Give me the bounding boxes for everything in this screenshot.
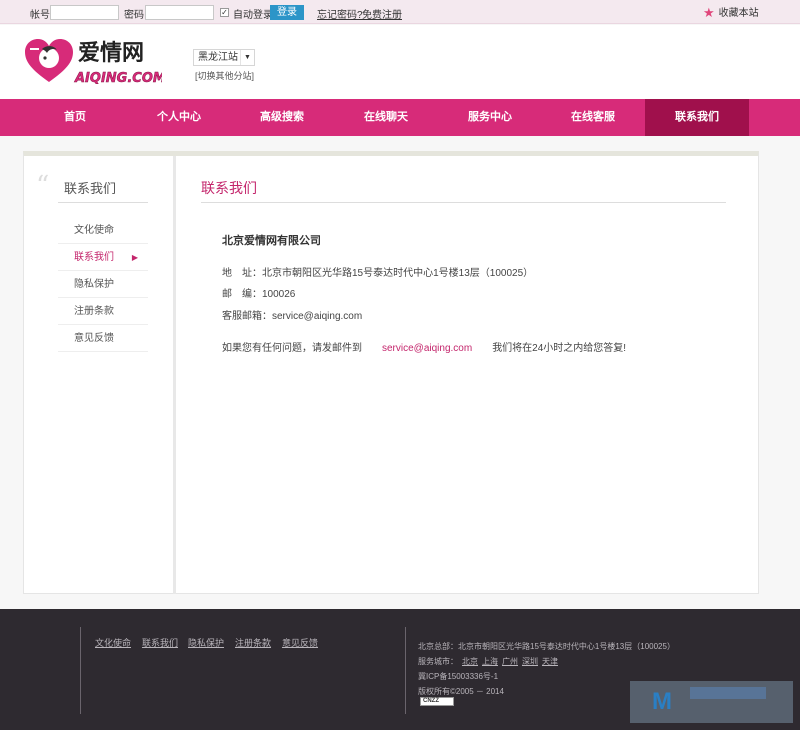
register-link[interactable]: 免费注册	[362, 6, 402, 21]
footer-link-feedback[interactable]: 意见反馈	[282, 636, 318, 649]
password-label: 密码	[124, 10, 144, 21]
sidebar-item-label: 联系我们	[74, 252, 114, 263]
footer-city-beijing[interactable]: 北京	[462, 657, 478, 666]
watermark-bar	[690, 687, 766, 699]
footer-city-guangzhou[interactable]: 广州	[502, 657, 518, 666]
title-rule	[201, 202, 726, 203]
aiqing-logo[interactable]: 爱情网 AIQING.COM	[22, 35, 162, 91]
account-label: 帐号	[30, 10, 50, 21]
address-line: 地 址：北京市朝阳区光华路15号泰达时代中心1号楼13层（100025）	[222, 268, 534, 279]
email-line: 客服邮箱：service@aiqing.com	[222, 311, 363, 322]
sidebar-title: 联系我们	[64, 181, 117, 196]
page-title: 联系我们	[201, 180, 257, 196]
caret-right-icon: ▶	[131, 253, 138, 262]
footer-link-privacy[interactable]: 隐私保护	[188, 636, 224, 649]
nav-item-home[interactable]: 首页	[23, 99, 127, 136]
contact-prefix: 如果您有任何问题，请发邮件到	[222, 343, 362, 354]
login-button[interactable]: 登录	[270, 5, 304, 20]
contact-email-link[interactable]: service@aiqing.com	[382, 343, 472, 354]
footer-service-cities: 服务城市： 北京 上海 广州 深圳 天津	[418, 656, 558, 667]
footer-link-contact-us[interactable]: 联系我们	[142, 636, 178, 649]
company-name: 北京爱情网有限公司	[222, 235, 321, 247]
forgot-password-link[interactable]: 忘记密码?	[317, 6, 363, 21]
sidebar-item-privacy[interactable]: 隐私保护	[58, 271, 148, 298]
footer-divider-right	[405, 627, 406, 714]
footer-copyright: 版权所有©2005 － 2014	[418, 687, 504, 696]
watermark-icon: M	[652, 688, 672, 715]
nav-item-personal-center[interactable]: 个人中心	[127, 99, 231, 136]
footer-cities-label: 服务城市：	[418, 657, 458, 666]
star-icon: ★	[703, 5, 715, 20]
favorite-site-link[interactable]: ★ 收藏本站	[703, 4, 759, 20]
sidebar-item-terms[interactable]: 注册条款	[58, 298, 148, 325]
city-select-value: 黑龙江站	[198, 52, 238, 63]
sidebar-rule	[58, 202, 148, 203]
footer-link-terms[interactable]: 注册条款	[235, 636, 271, 649]
contact-line: 如果您有任何问题，请发邮件到 service@aiqing.com 我们将在24…	[222, 339, 626, 354]
contact-suffix: 我们将在24小时之内给您答复!	[492, 343, 627, 354]
main-nav: 首页 个人中心 高级搜索 在线聊天 服务中心 在线客服 联系我们	[0, 99, 800, 136]
site-footer: 文化使命 联系我们 隐私保护 注册条款 意见反馈 北京总部：北京市朝阳区光华路1…	[0, 609, 800, 730]
sidebar-item-culture-mission[interactable]: 文化使命	[58, 217, 148, 244]
footer-city-tianjin[interactable]: 天津	[542, 657, 558, 666]
sidebar-item-feedback[interactable]: 意见反馈	[58, 325, 148, 352]
watermark-logo: M	[630, 681, 793, 723]
footer-city-shenzhen[interactable]: 深圳	[522, 657, 538, 666]
sidebar-divider	[173, 156, 176, 594]
footer-city-shanghai[interactable]: 上海	[482, 657, 498, 666]
content-panel: “ 联系我们 文化使命 联系我们 ▶ 隐私保护 注册条款 意见反馈 联系我们 北京…	[23, 151, 759, 594]
nav-item-advanced-search[interactable]: 高级搜索	[230, 99, 334, 136]
nav-item-service-center[interactable]: 服务中心	[438, 99, 542, 136]
city-station-select[interactable]: 黑龙江站 ▼	[193, 49, 255, 66]
nav-item-online-chat[interactable]: 在线聊天	[334, 99, 438, 136]
switch-city-link[interactable]: [切换其他分站]	[195, 69, 254, 82]
auto-login-checkbox[interactable]: ✓	[220, 8, 229, 17]
footer-link-culture-mission[interactable]: 文化使命	[95, 636, 131, 649]
nav-item-contact-us[interactable]: 联系我们	[645, 99, 749, 136]
password-input[interactable]	[145, 5, 214, 20]
top-login-bar: 帐号 密码 ✓ 自动登录 登录 忘记密码? 免费注册 ★ 收藏本站	[0, 0, 800, 24]
footer-divider-left	[80, 627, 81, 714]
auto-login-label: 自动登录	[233, 10, 273, 21]
logo-en-text: AIQING.COM	[74, 71, 162, 86]
nav-item-online-support[interactable]: 在线客服	[541, 99, 645, 136]
postcode-line: 邮 编：100026	[222, 289, 296, 300]
cnzz-stat-badge[interactable]: CNZZ	[420, 697, 454, 706]
quote-icon: “	[36, 171, 50, 201]
account-input[interactable]	[50, 5, 119, 20]
favorite-label: 收藏本站	[718, 8, 759, 19]
chevron-down-icon: ▼	[240, 50, 254, 65]
footer-icp: 冀ICP备15003336号-1	[418, 672, 499, 681]
site-header: 爱情网 AIQING.COM 黑龙江站 ▼ [切换其他分站]	[0, 25, 800, 99]
sidebar-item-contact-us[interactable]: 联系我们 ▶	[58, 244, 148, 271]
footer-hq-address: 北京总部：北京市朝阳区光华路15号泰达时代中心1号楼13层（100025）	[418, 642, 675, 651]
logo-cn-text: 爱情网	[78, 40, 144, 66]
